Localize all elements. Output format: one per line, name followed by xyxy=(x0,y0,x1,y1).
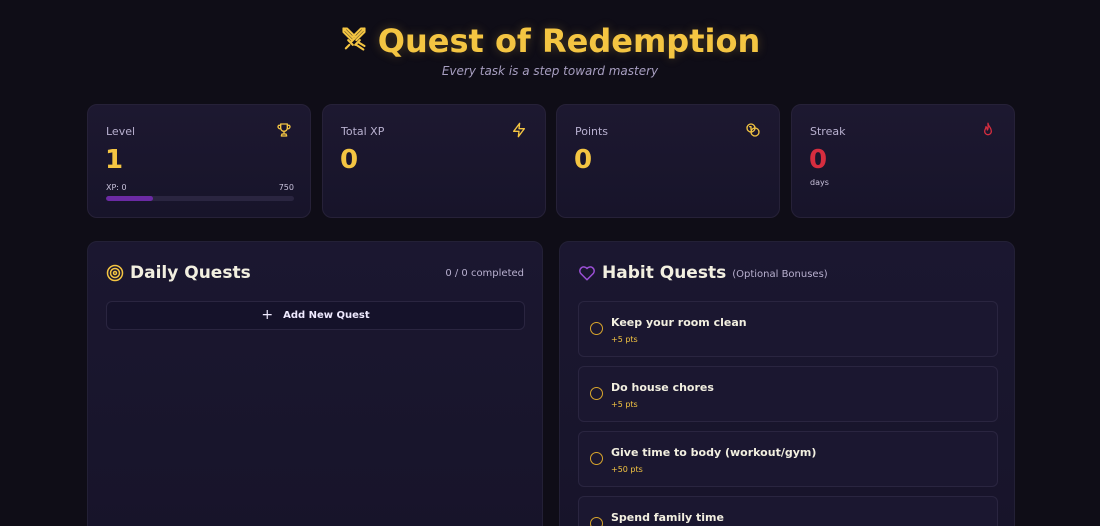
xp-progress-bar xyxy=(106,196,294,201)
habit-points: +5 pts xyxy=(611,400,638,409)
habit-checkbox[interactable] xyxy=(590,387,603,400)
habit-checkbox[interactable] xyxy=(590,452,603,465)
daily-quests-title: Daily Quests xyxy=(130,263,251,283)
streak-label: Streak xyxy=(810,125,846,138)
habit-item[interactable]: Give time to body (workout/gym) +50 pts xyxy=(578,431,998,487)
level-card: Level 1 XP: 0 750 xyxy=(87,104,311,218)
xp-progress-fill xyxy=(106,196,153,201)
habit-quests-panel: Habit Quests (Optional Bonuses) Keep you… xyxy=(559,241,1015,526)
lightning-icon xyxy=(513,122,525,138)
habit-points: +5 pts xyxy=(611,335,638,344)
xp-max: 750 xyxy=(278,183,294,192)
daily-quests-count: 0 / 0 completed xyxy=(445,267,524,279)
title-row: Quest of Redemption xyxy=(0,22,1100,60)
habit-item[interactable]: Spend family time xyxy=(578,496,998,526)
habit-checkbox[interactable] xyxy=(590,322,603,335)
target-icon xyxy=(106,264,124,282)
streak-unit: days xyxy=(810,178,829,187)
habit-item[interactable]: Keep your room clean +5 pts xyxy=(578,301,998,357)
crossed-swords-icon xyxy=(342,27,366,51)
page-title: Quest of Redemption xyxy=(377,22,761,60)
heart-icon xyxy=(579,266,595,281)
coins-icon xyxy=(746,123,760,137)
streak-card: Streak 0 days xyxy=(791,104,1015,218)
plus-icon: + xyxy=(261,306,274,323)
habit-name: Do house chores xyxy=(611,381,714,394)
add-quest-label: Add New Quest xyxy=(283,310,370,321)
habit-name: Give time to body (workout/gym) xyxy=(611,446,817,459)
header: Quest of Redemption Every task is a step… xyxy=(0,22,1100,78)
add-quest-button[interactable]: + Add New Quest xyxy=(106,301,525,330)
habit-name: Keep your room clean xyxy=(611,316,747,329)
level-label: Level xyxy=(106,125,136,138)
trophy-icon xyxy=(277,123,291,137)
app-root: Quest of Redemption Every task is a step… xyxy=(0,0,1100,526)
habit-quests-title: Habit Quests xyxy=(602,263,727,283)
total-xp-value: 0 xyxy=(340,145,359,175)
points-label: Points xyxy=(575,125,609,138)
habit-quests-note: (Optional Bonuses) xyxy=(732,269,828,280)
habit-checkbox[interactable] xyxy=(590,517,603,526)
habit-item[interactable]: Do house chores +5 pts xyxy=(578,366,998,422)
habit-quests-header: Habit Quests (Optional Bonuses) xyxy=(578,262,996,284)
xp-current: XP: 0 xyxy=(106,183,127,192)
daily-quests-panel: Daily Quests 0 / 0 completed + Add New Q… xyxy=(87,241,543,526)
habit-name: Spend family time xyxy=(611,511,724,524)
habit-points: +50 pts xyxy=(611,465,643,474)
flame-icon xyxy=(984,122,992,136)
daily-quests-header: Daily Quests 0 / 0 completed xyxy=(106,262,524,284)
points-card: Points 0 xyxy=(556,104,780,218)
page-subtitle: Every task is a step toward mastery xyxy=(441,64,659,78)
streak-value: 0 xyxy=(809,145,828,175)
total-xp-label: Total XP xyxy=(341,125,385,138)
xp-row: XP: 0 750 xyxy=(106,183,294,192)
stats-row: Level 1 XP: 0 750 Total XP 0 Points 0 St… xyxy=(87,104,1015,218)
total-xp-card: Total XP 0 xyxy=(322,104,546,218)
points-value: 0 xyxy=(574,145,593,175)
level-value: 1 xyxy=(105,145,124,175)
